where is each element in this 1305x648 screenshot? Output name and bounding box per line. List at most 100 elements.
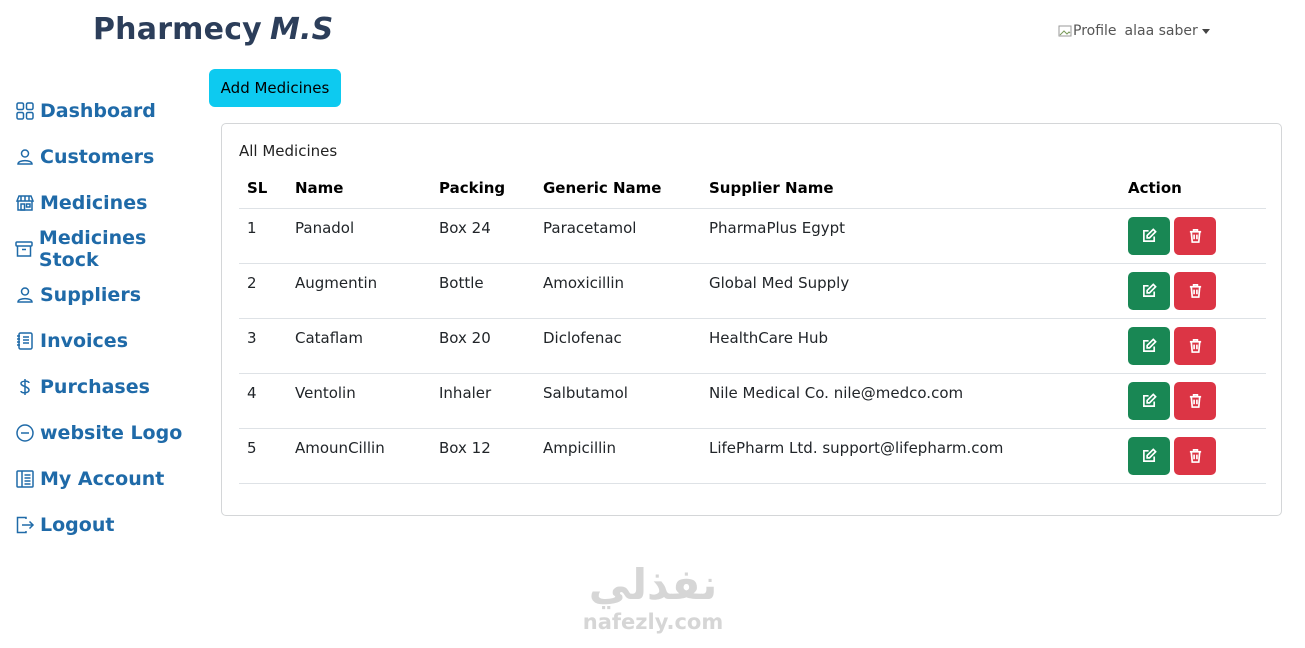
dashboard-grid-icon: [14, 100, 36, 122]
cell-sl: 2: [239, 263, 287, 319]
delete-button[interactable]: [1174, 381, 1216, 420]
cell-action: [1120, 318, 1266, 374]
column-header-packing: Packing: [431, 168, 535, 209]
watermark-arabic: نفذلي: [588, 560, 718, 609]
table-row: 2 Augmentin Bottle Amoxicillin Global Me…: [239, 263, 1266, 319]
trash-icon: [1189, 339, 1201, 353]
table-row: 4 Ventolin Inhaler Salbutamol Nile Medic…: [239, 373, 1266, 429]
cell-packing: Box 12: [431, 428, 535, 484]
trash-icon: [1189, 449, 1201, 463]
cell-name: Panadol: [287, 208, 431, 264]
cell-supplier-name: PharmaPlus Egypt: [701, 208, 1120, 264]
cell-name: Ventolin: [287, 373, 431, 429]
cell-name: Augmentin: [287, 263, 431, 319]
delete-button[interactable]: [1174, 216, 1216, 255]
edit-button[interactable]: [1128, 436, 1170, 475]
cell-generic-name: Paracetamol: [535, 208, 701, 264]
cell-packing: Bottle: [431, 263, 535, 319]
layout-icon: [14, 468, 36, 490]
dollar-icon: [14, 376, 36, 398]
profile-username-toggle[interactable]: alaa saber: [1125, 23, 1210, 39]
cell-packing: Inhaler: [431, 373, 535, 429]
profile-menu[interactable]: Profile alaa saber: [1058, 23, 1210, 39]
dash-circle-icon: [14, 422, 36, 444]
brand-title: Pharmecy M.S: [93, 12, 333, 47]
table-row: 5 AmounCillin Box 12 Ampicillin LifePhar…: [239, 428, 1266, 484]
cell-generic-name: Ampicillin: [535, 428, 701, 484]
person-icon: [14, 284, 36, 306]
cell-supplier-name: HealthCare Hub: [701, 318, 1120, 374]
delete-button[interactable]: [1174, 271, 1216, 310]
watermark-latin: nafezly.com: [582, 610, 724, 634]
cell-sl: 4: [239, 373, 287, 429]
sidebar-item-label: Logout: [40, 514, 115, 536]
cell-packing: Box 20: [431, 318, 535, 374]
column-header-sl: SL: [239, 168, 287, 209]
sidebar-item-website-logo[interactable]: website Logo: [14, 410, 204, 456]
cell-packing: Box 24: [431, 208, 535, 264]
edit-icon: [1142, 448, 1157, 462]
sidebar-item-label: Purchases: [40, 376, 150, 398]
cell-supplier-name: Global Med Supply: [701, 263, 1120, 319]
profile-username: alaa saber: [1124, 23, 1198, 39]
sidebar-item-label: Customers: [40, 146, 155, 168]
delete-button[interactable]: [1174, 326, 1216, 365]
edit-button[interactable]: [1128, 271, 1170, 310]
sidebar-item-invoices[interactable]: Invoices: [14, 318, 204, 364]
sidebar-item-label: website Logo: [40, 422, 183, 444]
sidebar-item-my-account[interactable]: My Account: [14, 456, 204, 502]
sidebar-item-medicines-stock[interactable]: Medicines Stock: [14, 226, 204, 272]
chevron-down-icon: [1201, 28, 1210, 34]
sidebar-item-label: My Account: [40, 468, 165, 490]
sidebar-item-medicines[interactable]: Medicines: [14, 180, 204, 226]
sidebar: Dashboard Customers Medicines Medicines …: [14, 88, 204, 548]
sidebar-item-purchases[interactable]: Purchases: [14, 364, 204, 410]
logout-icon: [14, 514, 36, 536]
sidebar-item-logout[interactable]: Logout: [14, 502, 204, 548]
edit-icon: [1142, 283, 1157, 297]
sidebar-item-label: Dashboard: [40, 100, 156, 122]
column-header-name: Name: [287, 168, 431, 209]
cell-sl: 1: [239, 208, 287, 264]
cell-supplier-name: LifePharm Ltd. support@lifepharm.com: [701, 428, 1120, 484]
edit-button[interactable]: [1128, 216, 1170, 255]
cell-action: [1120, 263, 1266, 319]
column-header-generic-name: Generic Name: [535, 168, 701, 209]
cell-name: Cataflam: [287, 318, 431, 374]
edit-button[interactable]: [1128, 381, 1170, 420]
sidebar-item-label: Invoices: [40, 330, 129, 352]
cell-generic-name: Diclofenac: [535, 318, 701, 374]
brand-suffix: M.S: [269, 12, 334, 47]
watermark: نفذلي nafezly.com: [573, 560, 733, 634]
sidebar-item-suppliers[interactable]: Suppliers: [14, 272, 204, 318]
edit-icon: [1142, 338, 1157, 352]
sidebar-item-label: Medicines: [40, 192, 148, 214]
column-header-supplier-name: Supplier Name: [701, 168, 1120, 209]
cell-generic-name: Salbutamol: [535, 373, 701, 429]
table-header-row: SL Name Packing Generic Name Supplier Na…: [239, 168, 1266, 209]
edit-button[interactable]: [1128, 326, 1170, 365]
sidebar-item-dashboard[interactable]: Dashboard: [14, 88, 204, 134]
medicines-card: All Medicines SL Name Packing Generic Na…: [221, 123, 1282, 516]
delete-button[interactable]: [1174, 436, 1216, 475]
trash-icon: [1189, 284, 1201, 298]
table-row: 3 Cataflam Box 20 Diclofenac HealthCare …: [239, 318, 1266, 374]
medicines-table: SL Name Packing Generic Name Supplier Na…: [239, 168, 1266, 484]
sidebar-item-label: Medicines Stock: [38, 227, 147, 271]
table-row: 1 Panadol Box 24 Paracetamol PharmaPlus …: [239, 208, 1266, 264]
brand-name: Pharmecy: [93, 12, 262, 47]
edit-icon: [1142, 393, 1157, 407]
profile-image-alt: Profile: [1073, 23, 1117, 39]
cell-action: [1120, 373, 1266, 429]
profile-image: Profile: [1058, 23, 1117, 39]
cell-supplier-name: Nile Medical Co. nile@medco.com: [701, 373, 1120, 429]
cell-sl: 3: [239, 318, 287, 374]
archive-icon: [14, 238, 35, 260]
sidebar-item-label: Suppliers: [40, 284, 142, 306]
card-title: All Medicines: [239, 142, 338, 160]
add-medicines-button[interactable]: Add Medicines: [209, 69, 341, 107]
cell-action: [1120, 428, 1266, 484]
sidebar-item-customers[interactable]: Customers: [14, 134, 204, 180]
cell-action: [1120, 208, 1266, 264]
cell-name: AmounCillin: [287, 428, 431, 484]
